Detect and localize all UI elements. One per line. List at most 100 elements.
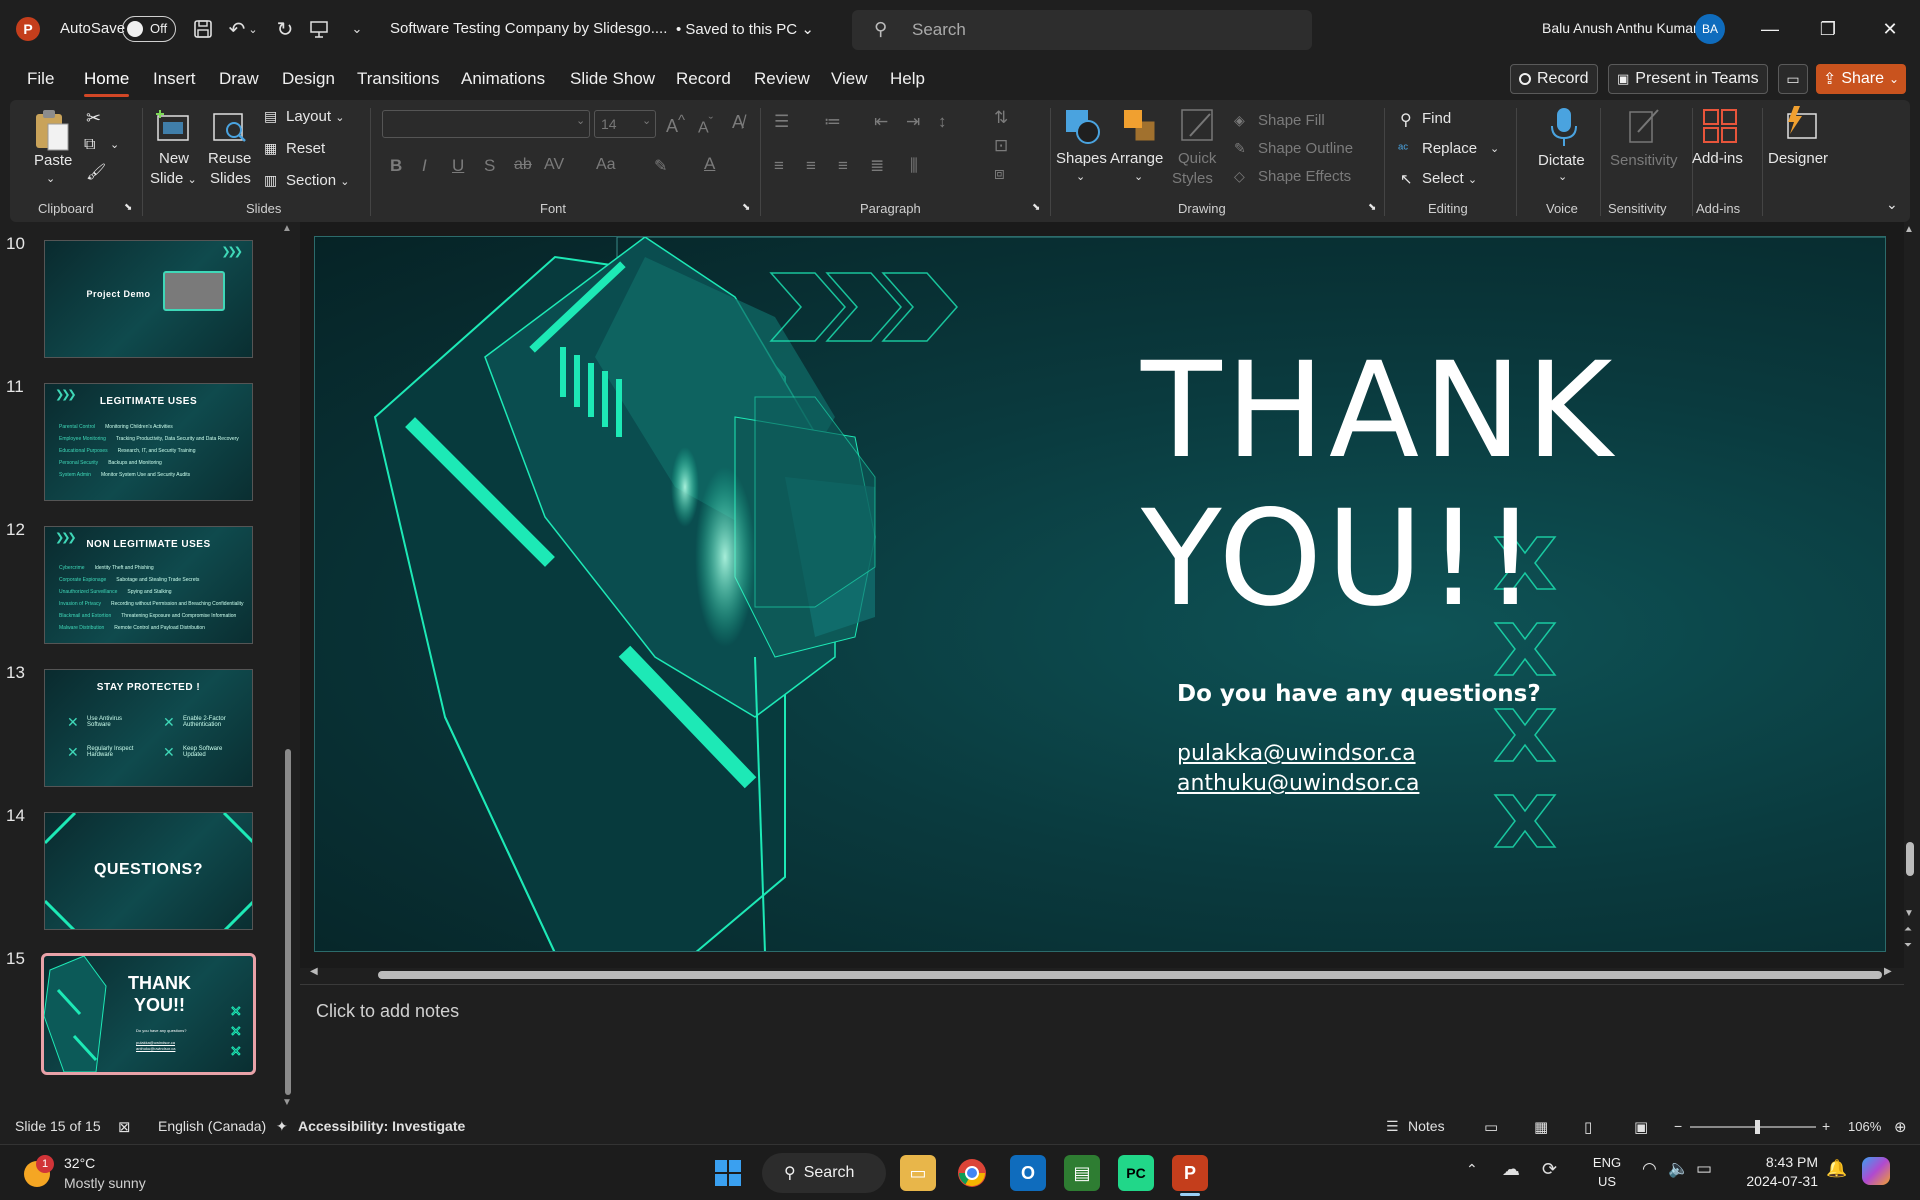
slide-thumbnail-12[interactable]: ❯❯❯ NON LEGITIMATE USES Cybercrime Identi… xyxy=(44,526,253,644)
quick-styles-label[interactable]: Quick xyxy=(1178,150,1216,167)
scroll-left-icon[interactable]: ◀ xyxy=(310,966,318,977)
character-spacing-icon[interactable]: AV xyxy=(544,156,564,174)
volume-icon[interactable]: 🔈 xyxy=(1668,1159,1689,1179)
tab-animations[interactable]: Animations xyxy=(461,69,545,89)
present-in-teams-button[interactable]: ▣ Present in Teams xyxy=(1608,64,1768,94)
new-slide-icon[interactable] xyxy=(154,108,194,148)
italic-icon[interactable]: I xyxy=(422,156,427,176)
shape-outline-button[interactable]: Shape Outline xyxy=(1258,140,1353,157)
layout-icon[interactable]: ▤ xyxy=(264,108,277,125)
chevron-down-icon[interactable]: ⌄ xyxy=(1134,170,1143,183)
avatar[interactable]: BA xyxy=(1695,14,1725,44)
chevron-down-icon[interactable]: ⌄ xyxy=(46,172,55,185)
tab-review[interactable]: Review xyxy=(754,69,810,89)
tab-file[interactable]: File xyxy=(27,69,54,89)
share-button[interactable]: ⇪ Share ⌄ xyxy=(1816,64,1906,94)
clock[interactable]: 8:43 PM 2024-07-31 xyxy=(1734,1153,1818,1191)
zoom-slider[interactable] xyxy=(1690,1120,1816,1134)
close-icon[interactable]: ✕ xyxy=(1870,14,1910,44)
scroll-down-icon[interactable]: ▼ xyxy=(282,1097,292,1108)
slide-thumbnail-13[interactable]: STAY PROTECTED ! ✕ Use Antivirus Softwar… xyxy=(44,669,253,787)
email-link[interactable]: anthuku@uwindsor.ca xyxy=(1177,771,1419,796)
sensitivity-label[interactable]: Sensitivity xyxy=(1610,152,1678,169)
zoom-slider-knob[interactable] xyxy=(1754,1120,1760,1134)
replace-icon[interactable]: ᵃᶜ xyxy=(1398,140,1408,156)
add-ins-icon[interactable] xyxy=(1700,106,1740,146)
scroll-up-icon[interactable]: ▲ xyxy=(1904,224,1914,235)
select-button[interactable]: Select ⌄ xyxy=(1422,170,1477,187)
decrease-indent-icon[interactable]: ⇤ xyxy=(874,112,888,132)
justify-icon[interactable]: ≣ xyxy=(870,156,884,176)
replace-button[interactable]: Replace xyxy=(1422,140,1477,157)
clear-formatting-icon[interactable]: A̸ xyxy=(732,112,744,133)
comments-button[interactable]: ▭ xyxy=(1778,64,1808,94)
slide-thumbnail-15[interactable]: ✕ ✕ ✕ THANK YOU!! Do you have any questio… xyxy=(41,953,256,1075)
slide-question[interactable]: Do you have any questions? xyxy=(1177,681,1541,707)
underline-icon[interactable]: U xyxy=(452,156,464,176)
paste-label[interactable]: Paste xyxy=(34,152,72,169)
slide-vertical-scrollbar[interactable]: ▲ ▼ ⏶ ⏷ xyxy=(1902,222,1918,968)
chevron-down-icon[interactable]: ⌄ xyxy=(1076,170,1085,183)
reuse-slides-icon[interactable] xyxy=(210,108,250,148)
redo-icon[interactable]: ↻ xyxy=(272,16,298,42)
change-case-icon[interactable]: Aa xyxy=(596,156,616,174)
taskbar-search[interactable]: ⚲ Search xyxy=(762,1153,886,1193)
text-direction-icon[interactable]: ⇅ xyxy=(994,108,1008,128)
find-icon[interactable]: ⚲ xyxy=(1400,110,1412,130)
format-painter-icon[interactable]: 🖌 xyxy=(86,162,106,182)
thumbnail-scrollbar[interactable]: ▲ ▼ xyxy=(282,223,294,1108)
scroll-down-icon[interactable]: ▼ xyxy=(1904,908,1914,919)
new-slide-label[interactable]: New xyxy=(159,150,189,167)
slide-title[interactable]: THANK YOU!! xyxy=(1141,337,1617,633)
scrollbar-thumb[interactable] xyxy=(285,749,291,1095)
quick-styles-label-2[interactable]: Styles xyxy=(1172,170,1213,187)
slide-horizontal-scrollbar[interactable]: ◀ ▶ xyxy=(306,966,1896,982)
dictate-label[interactable]: Dictate xyxy=(1538,152,1585,169)
copilot-icon[interactable] xyxy=(1862,1157,1890,1185)
smartart-icon[interactable]: ⧈ xyxy=(994,164,1005,184)
notes-placeholder[interactable]: Click to add notes xyxy=(316,1001,459,1022)
notes-toggle[interactable]: Notes xyxy=(1408,1118,1445,1134)
reading-view-icon[interactable]: ▯ xyxy=(1584,1118,1592,1136)
highlight-icon[interactable]: ✎ xyxy=(654,156,667,176)
sync-icon[interactable]: ⟳ xyxy=(1542,1159,1557,1180)
accessibility-status[interactable]: Accessibility: Investigate xyxy=(298,1118,465,1134)
scroll-up-icon[interactable]: ▲ xyxy=(282,223,292,234)
align-text-icon[interactable]: ⊡ xyxy=(994,136,1008,156)
paste-icon[interactable] xyxy=(32,108,72,151)
tab-slide-show[interactable]: Slide Show xyxy=(570,69,655,89)
find-button[interactable]: Find xyxy=(1422,110,1451,127)
tab-draw[interactable]: Draw xyxy=(219,69,259,89)
chevron-down-icon[interactable]: ⌄ xyxy=(642,114,651,127)
tab-record[interactable]: Record xyxy=(676,69,731,89)
reuse-slides-label-2[interactable]: Slides xyxy=(210,170,251,187)
section-button[interactable]: Section ⌄ xyxy=(286,172,349,189)
font-name-field[interactable] xyxy=(382,110,590,138)
minimize-icon[interactable]: — xyxy=(1750,14,1790,44)
font-color-icon[interactable]: A xyxy=(704,154,715,174)
shape-fill-icon[interactable]: ◈ xyxy=(1234,112,1245,129)
copy-icon[interactable]: ⧉ xyxy=(84,136,95,154)
dialog-launcher-icon[interactable]: ⬊ xyxy=(1368,202,1376,213)
bold-icon[interactable]: B xyxy=(390,156,402,176)
slide-thumbnail-11[interactable]: ❯❯❯ LEGITIMATE USES Parental Control Moni… xyxy=(44,383,253,501)
outlook-icon[interactable]: O xyxy=(1010,1155,1046,1191)
notes-pane[interactable]: Click to add notes xyxy=(300,984,1904,1108)
bullets-icon[interactable]: ☰ xyxy=(774,112,789,132)
notes-icon[interactable]: ☰ xyxy=(1386,1118,1399,1135)
chevron-down-icon[interactable]: ⌄ xyxy=(110,138,119,151)
increase-indent-icon[interactable]: ⇥ xyxy=(906,112,920,132)
customize-qat-icon[interactable]: ⌄ xyxy=(344,16,370,42)
section-icon[interactable]: ▥ xyxy=(264,172,277,189)
search-box[interactable]: ⚲ Search xyxy=(852,10,1312,50)
accessibility-icon[interactable]: ✦ xyxy=(276,1118,288,1135)
file-explorer-icon[interactable]: ▭ xyxy=(900,1155,936,1191)
decrease-font-icon[interactable]: Aˇ xyxy=(698,114,713,137)
new-slide-label-2[interactable]: Slide ⌄ xyxy=(150,170,197,187)
autosave-toggle[interactable]: Off xyxy=(122,16,176,42)
numbering-icon[interactable]: ≔ xyxy=(824,112,841,132)
microphone-icon[interactable] xyxy=(1544,106,1584,146)
dialog-launcher-icon[interactable]: ⬊ xyxy=(1032,202,1040,213)
undo-dropdown-icon[interactable]: ⌄ xyxy=(246,16,260,42)
tab-home[interactable]: Home xyxy=(84,69,130,97)
